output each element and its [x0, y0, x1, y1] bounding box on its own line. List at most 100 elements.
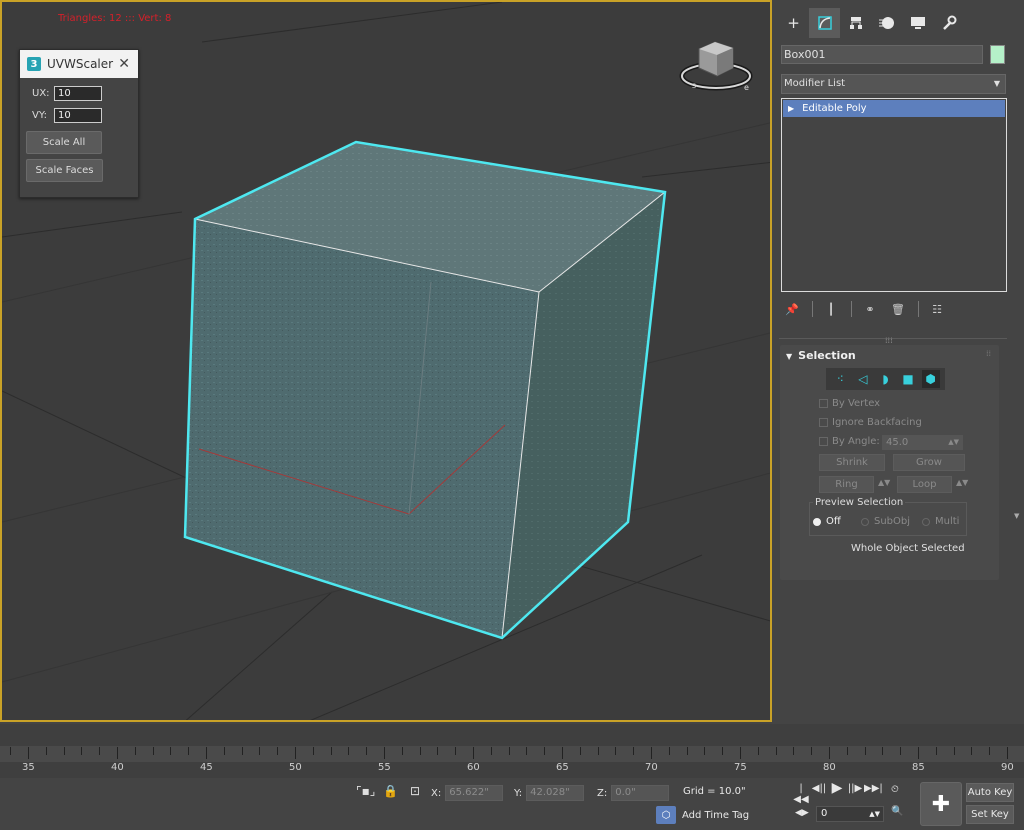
- chevron-down-icon: ▼: [993, 79, 1000, 88]
- x-field[interactable]: 65.622": [445, 785, 504, 801]
- spinner-arrows-icon[interactable]: ▲▼: [869, 807, 880, 821]
- set-key-big-icon[interactable]: ✚: [920, 782, 962, 826]
- timeline-tick: [224, 747, 225, 755]
- grid-size-text: Grid = 10.0": [683, 786, 746, 797]
- timeline-tick: [491, 747, 492, 755]
- vertex-icon[interactable]: ⁖: [831, 370, 849, 388]
- expand-arrow-icon[interactable]: ▶: [788, 100, 794, 117]
- dialog-titlebar[interactable]: 3 UVWScaler ✕: [20, 50, 138, 78]
- lock-icon[interactable]: 🔒: [383, 784, 398, 798]
- scale-faces-button[interactable]: Scale Faces: [26, 159, 103, 182]
- shrink-button[interactable]: Shrink: [819, 454, 885, 471]
- absolute-mode-icon[interactable]: ⊡: [410, 784, 420, 798]
- make-unique-icon[interactable]: ⚭: [862, 300, 878, 318]
- timeline-tick: [455, 747, 456, 755]
- polygon-icon[interactable]: ■: [899, 370, 917, 388]
- spinner-arrows-icon[interactable]: ▲▼: [948, 435, 959, 450]
- isolate-selection-icon[interactable]: ⌜▪⌟: [356, 784, 375, 798]
- search-key-icon[interactable]: 🔍: [891, 806, 903, 817]
- stack-item-editable-poly[interactable]: ▶ Editable Poly: [783, 100, 1005, 117]
- modify-icon[interactable]: [809, 8, 840, 38]
- timeline-label: 65: [556, 762, 569, 773]
- y-label: Y:: [514, 787, 523, 799]
- set-key-button[interactable]: Set Key: [966, 805, 1014, 824]
- timeline-tick: [348, 747, 349, 755]
- selection-rollout-header[interactable]: ▼ Selection: [786, 349, 856, 362]
- timeline-tick: [437, 747, 438, 755]
- time-config-icon[interactable]: ⏲: [891, 784, 899, 795]
- modifier-list-dropdown[interactable]: Modifier List ▼: [781, 74, 1006, 94]
- timeline-tick: [64, 747, 65, 755]
- timeline-tick: [313, 747, 314, 755]
- play-icon[interactable]: ▶: [828, 780, 846, 805]
- current-frame-field[interactable]: 0 ▲▼: [816, 806, 884, 822]
- edge-icon[interactable]: ◁: [854, 370, 872, 388]
- ignore-backfacing-checkbox[interactable]: Ignore Backfacing: [819, 417, 922, 428]
- motion-icon[interactable]: [871, 8, 902, 38]
- timeline-label: 35: [22, 762, 35, 773]
- auto-key-button[interactable]: Auto Key: [966, 783, 1014, 802]
- border-icon[interactable]: ◗: [876, 370, 894, 388]
- configure-sets-icon[interactable]: ☷: [929, 300, 945, 318]
- loop-button[interactable]: Loop: [897, 476, 952, 493]
- preview-subobj-radio[interactable]: SubObj: [861, 516, 910, 527]
- remove-modifier-icon[interactable]: 🗑: [890, 300, 906, 318]
- stack-item-label: Editable Poly: [802, 103, 867, 114]
- hierarchy-icon[interactable]: [840, 8, 871, 38]
- loop-spinner-icon[interactable]: ▲▼: [956, 478, 968, 487]
- ring-spinner-icon[interactable]: ▲▼: [878, 478, 890, 487]
- z-field[interactable]: 0.0": [611, 785, 670, 801]
- timeline-tick: [277, 747, 278, 755]
- timeline-tick: [188, 747, 189, 755]
- timeline-tick: [669, 747, 670, 755]
- timeline-tick: [99, 747, 100, 755]
- ring-button[interactable]: Ring: [819, 476, 874, 493]
- show-end-result-icon[interactable]: ┃: [823, 300, 839, 318]
- close-icon[interactable]: ✕: [118, 56, 130, 72]
- preview-off-radio[interactable]: Off: [813, 516, 841, 527]
- timeline-label: 40: [111, 762, 124, 773]
- uvwscaler-dialog: 3 UVWScaler ✕ UX: VY: Scale All Scale Fa…: [19, 49, 139, 198]
- utilities-icon[interactable]: [933, 8, 964, 38]
- timeline-tick: [758, 747, 759, 755]
- by-angle-checkbox[interactable]: By Angle:: [819, 436, 880, 447]
- panel-scroll-arrow-icon[interactable]: ▼: [1014, 512, 1024, 520]
- timeline-tick: [704, 747, 705, 755]
- element-icon[interactable]: ⬢: [921, 370, 940, 388]
- vy-input[interactable]: [54, 107, 102, 123]
- scale-all-button[interactable]: Scale All: [26, 131, 102, 154]
- go-to-end-icon[interactable]: ▶▶|: [864, 783, 883, 805]
- add-time-tag[interactable]: ⬡ Add Time Tag: [656, 806, 749, 824]
- object-name-field[interactable]: Box001: [781, 45, 983, 64]
- preview-multi-radio[interactable]: Multi: [922, 516, 959, 527]
- command-panel-tabs: +: [778, 8, 964, 38]
- panel-divider: [779, 338, 1007, 339]
- key-mode-toggle-icon[interactable]: ◀▶: [795, 808, 809, 818]
- by-vertex-checkbox[interactable]: By Vertex: [819, 398, 880, 409]
- timeline-tick: [384, 747, 385, 759]
- separator: [812, 301, 813, 317]
- dialog-title: UVWScaler: [47, 57, 114, 71]
- next-frame-icon[interactable]: ||▶: [846, 783, 864, 805]
- angle-spinner[interactable]: 45.0 ▲▼: [882, 435, 963, 450]
- timeline-tick: [242, 747, 243, 755]
- previous-frame-icon[interactable]: ◀||: [810, 783, 828, 805]
- timeline-tick: [954, 747, 955, 755]
- resize-grip-icon[interactable]: ⁞⁞⁞: [885, 336, 893, 345]
- object-color-swatch[interactable]: [990, 45, 1005, 64]
- playback-controls: |◀◀ ◀|| ▶ ||▶ ▶▶|: [792, 780, 883, 805]
- display-icon[interactable]: [902, 8, 933, 38]
- grow-button[interactable]: Grow: [893, 454, 965, 471]
- go-to-start-icon[interactable]: |◀◀: [792, 783, 810, 805]
- timeline-tick: [206, 747, 207, 759]
- y-field[interactable]: 42.028": [526, 785, 585, 801]
- ux-input[interactable]: [54, 85, 102, 101]
- timeline-tick: [46, 747, 47, 755]
- viewport-stats: Triangles: 12 ::: Vert: 8: [58, 13, 172, 24]
- pin-stack-icon[interactable]: 📌: [784, 300, 800, 318]
- timeline-tick: [882, 747, 883, 755]
- create-icon[interactable]: +: [778, 8, 809, 38]
- frame-value: 0: [821, 808, 828, 819]
- timeline-tick: [473, 747, 474, 759]
- rollout-grip-icon[interactable]: ⁞⁞: [986, 349, 991, 358]
